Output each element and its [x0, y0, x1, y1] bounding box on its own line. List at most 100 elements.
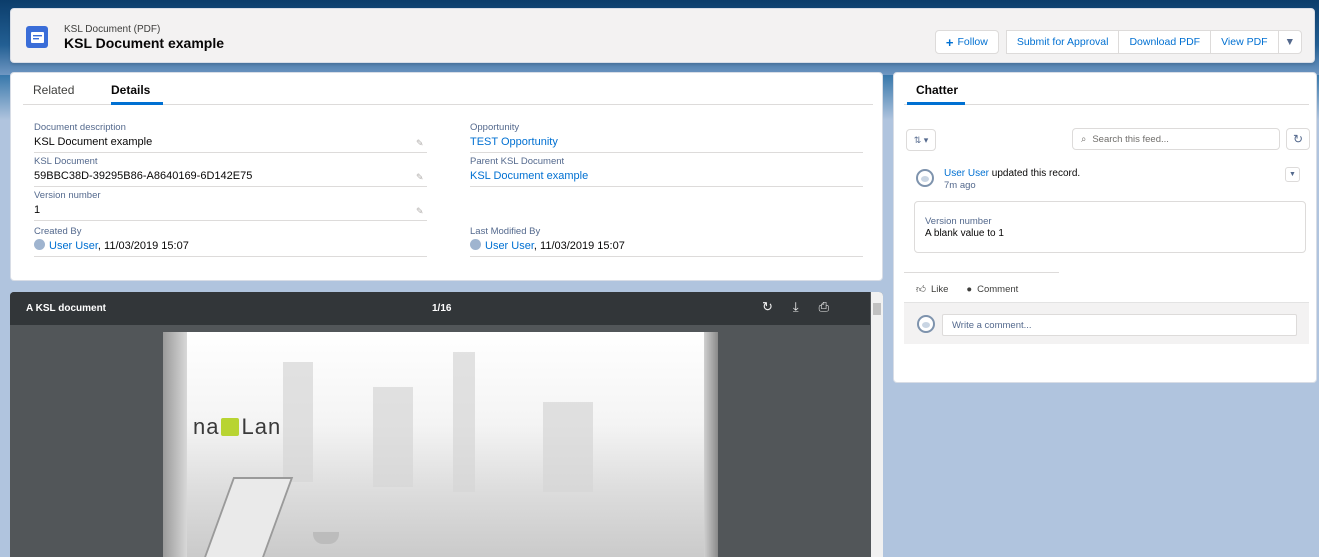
field-divider — [470, 152, 863, 153]
download-pdf-button[interactable]: Download PDF — [1118, 30, 1212, 54]
field-value: User User, 11/03/2019 15:07 — [34, 239, 427, 253]
pdf-title: A KSL document — [26, 303, 107, 314]
field-divider — [34, 186, 427, 187]
field-divider — [34, 152, 427, 153]
page-image-pillar — [163, 332, 187, 557]
follow-button[interactable]: + Follow — [934, 30, 999, 54]
skyline-building — [543, 402, 593, 492]
opportunity-link[interactable]: TEST Opportunity — [470, 135, 863, 149]
record-title: KSL Document example — [64, 35, 225, 51]
logo-text-right: Lan — [241, 414, 282, 439]
logo-text-left: na — [193, 414, 220, 439]
logo-mark — [221, 418, 240, 436]
pdf-tools: ↻ ⤓ ⎙ — [762, 299, 829, 315]
thumbs-up-icon: 👍︎ — [916, 284, 926, 295]
laptop-image — [196, 477, 294, 557]
edit-pencil-icon[interactable]: ✎ — [416, 138, 425, 148]
print-icon[interactable]: ⎙ — [819, 299, 829, 315]
cup-image — [313, 532, 339, 544]
post-timestamp[interactable]: 7m ago — [944, 180, 976, 191]
skyline-building — [373, 387, 413, 487]
comment-button[interactable]: ● Comment — [966, 283, 1018, 295]
more-actions-button[interactable]: ▼ — [1277, 30, 1302, 54]
edit-pencil-icon[interactable]: ✎ — [416, 172, 425, 182]
post-header: User User updated this record. — [944, 168, 1080, 179]
action-divider — [904, 272, 1059, 273]
user-avatar[interactable] — [916, 169, 934, 187]
follow-label: Follow — [957, 36, 988, 48]
search-placeholder: Search this feed... — [1092, 133, 1169, 145]
field-divider — [34, 256, 427, 257]
rotate-icon[interactable]: ↻ — [762, 299, 773, 315]
field-value: 59BBC38D-39295B86-A8640169-6D142E75 — [34, 170, 253, 182]
pdf-page-indicator: 1/16 — [432, 303, 452, 314]
sort-feed-button[interactable]: ⇅ ▾ — [906, 129, 936, 151]
field-label: Parent KSL Document — [470, 156, 565, 167]
post-action: updated this record. — [989, 168, 1081, 179]
change-details-box: Version number A blank value to 1 — [914, 201, 1306, 253]
tab-related[interactable]: Related — [33, 83, 74, 97]
skyline-building — [283, 362, 313, 482]
pdf-toolbar: A KSL document 1/16 ↻ ⤓ ⎙ — [10, 292, 870, 325]
field-ksl-document: KSL Document 59BBC38D-39295B86-A8640169-… — [34, 156, 427, 187]
field-document-description: Document description KSL Document exampl… — [34, 122, 427, 153]
field-value: KSL Document example — [34, 136, 153, 148]
post-actions: 👍︎ Like ● Comment — [916, 283, 1018, 296]
field-divider — [34, 220, 427, 221]
document-object-icon — [26, 26, 48, 48]
chevron-down-icon: ▼ — [1284, 36, 1295, 48]
field-value: User User, 11/03/2019 15:07 — [470, 239, 863, 253]
field-label: KSL Document — [34, 156, 98, 167]
active-tab-indicator — [907, 102, 965, 105]
chevron-down-icon: ▼ — [1289, 171, 1296, 178]
field-value: 1 — [34, 204, 41, 216]
active-tab-indicator — [111, 102, 163, 105]
modified-by-user-link[interactable]: User User — [485, 240, 534, 252]
modified-date: , 11/03/2019 15:07 — [533, 240, 625, 252]
skyline-building — [453, 352, 475, 492]
pdf-scrollbar[interactable] — [871, 292, 883, 557]
view-pdf-button[interactable]: View PDF — [1210, 30, 1279, 54]
pdf-viewer: A KSL document 1/16 ↻ ⤓ ⎙ na Lan — [10, 292, 883, 557]
like-button[interactable]: 👍︎ Like — [916, 283, 949, 296]
scrollbar-thumb[interactable] — [873, 303, 881, 315]
field-version-number: Version number 1 ✎ — [34, 190, 427, 221]
submit-for-approval-button[interactable]: Submit for Approval — [1005, 30, 1120, 54]
tab-details[interactable]: Details — [111, 83, 150, 97]
change-field-value: A blank value to 1 — [925, 228, 1004, 239]
download-icon[interactable]: ⤓ — [793, 299, 799, 315]
comment-label: Comment — [977, 283, 1019, 295]
created-date: , 11/03/2019 15:07 — [97, 240, 189, 252]
details-card: Related Details Document description KSL… — [10, 72, 883, 281]
tab-chatter[interactable]: Chatter — [916, 83, 958, 97]
created-by-user-link[interactable]: User User — [49, 240, 98, 252]
comment-bar: Write a comment... — [904, 302, 1309, 344]
field-label: Last Modified By — [470, 226, 541, 237]
user-avatar-icon — [470, 239, 481, 250]
field-label: Created By — [34, 226, 82, 237]
post-menu-button[interactable]: ▼ — [1285, 167, 1300, 182]
record-header: KSL Document (PDF) KSL Document example … — [10, 8, 1315, 63]
sort-icon: ⇅ ▾ — [913, 134, 929, 145]
field-opportunity: Opportunity TEST Opportunity — [470, 122, 863, 153]
post-author-link[interactable]: User User — [944, 168, 989, 179]
plus-icon: + — [945, 34, 954, 50]
object-type-label: KSL Document (PDF) — [64, 24, 161, 35]
comment-input[interactable]: Write a comment... — [942, 314, 1297, 336]
search-feed-input[interactable]: ⌕ Search this feed... — [1072, 128, 1280, 150]
field-divider — [470, 186, 863, 187]
user-avatar-icon — [34, 239, 45, 250]
search-icon: ⌕ — [1081, 133, 1087, 145]
field-parent-ksl-document: Parent KSL Document KSL Document example — [470, 156, 863, 187]
field-created-by: Created By User User, 11/03/2019 15:07 — [34, 226, 427, 257]
chatter-panel: Chatter ⇅ ▾ ⌕ Search this feed... ↻ User… — [893, 72, 1317, 383]
refresh-feed-button[interactable]: ↻ — [1286, 128, 1310, 150]
page-image-pillar — [704, 332, 718, 557]
field-label: Opportunity — [470, 122, 520, 133]
change-field-label: Version number — [925, 216, 992, 227]
parent-document-link[interactable]: KSL Document example — [470, 169, 863, 183]
like-label: Like — [930, 283, 949, 295]
edit-pencil-icon[interactable]: ✎ — [416, 206, 425, 216]
field-last-modified-by: Last Modified By User User, 11/03/2019 1… — [470, 226, 863, 257]
record-tabs: Related Details — [23, 73, 873, 105]
